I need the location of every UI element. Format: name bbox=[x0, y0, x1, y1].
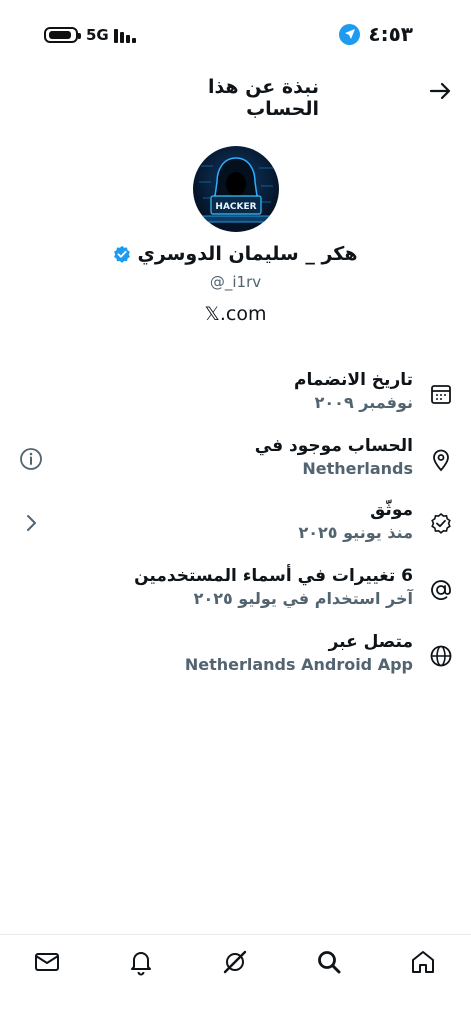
info-value: نوفمبر ٢٠٠٩ bbox=[314, 393, 413, 412]
globe-icon bbox=[430, 645, 452, 667]
chevron-icon[interactable] bbox=[18, 510, 44, 536]
page-title: نبذة عن هذا الحساب bbox=[207, 76, 319, 120]
info-label: 6 تغييرات في أسماء المستخدمين bbox=[134, 566, 413, 586]
battery-icon bbox=[44, 27, 81, 43]
info-row-verified[interactable]: موثّق منذ يونيو ٢٠٢٥ bbox=[0, 498, 471, 558]
avatar-text: HACKER bbox=[215, 202, 256, 212]
info-row-usernames: 6 تغييرات في أسماء المستخدمين آخر استخدا… bbox=[0, 564, 471, 624]
signal-icon bbox=[114, 27, 138, 43]
info-label: موثّق bbox=[370, 500, 413, 520]
location-pin-icon bbox=[433, 449, 449, 472]
info-row-connected: متصل عبر Netherlands Android App bbox=[0, 630, 471, 690]
search-icon[interactable] bbox=[314, 947, 344, 977]
network-type: 5G bbox=[86, 26, 109, 44]
verified-badge-icon bbox=[114, 245, 131, 263]
display-name: هكر _ سليمان الدوسري bbox=[137, 243, 358, 265]
info-value: آخر استخدام في يوليو ٢٠٢٥ bbox=[193, 589, 413, 608]
location-arrow-icon bbox=[339, 23, 361, 45]
bottom-nav bbox=[0, 934, 471, 1025]
username: @_i1rv bbox=[209, 273, 262, 291]
info-label: الحساب موجود في bbox=[254, 436, 413, 456]
calendar-icon bbox=[431, 385, 451, 404]
verified-badge-icon bbox=[431, 512, 451, 534]
info-label: متصل عبر bbox=[328, 632, 413, 652]
info-icon[interactable] bbox=[18, 446, 44, 472]
avatar[interactable]: HACKER bbox=[193, 146, 279, 232]
info-row-location: الحساب موجود في Netherlands bbox=[0, 434, 471, 494]
info-value: منذ يونيو ٢٠٢٥ bbox=[298, 523, 414, 542]
info-label: تاريخ الانضمام bbox=[294, 370, 413, 390]
home-icon[interactable] bbox=[408, 947, 438, 977]
info-row-joined: تاريخ الانضمام نوفمبر ٢٠٠٩ bbox=[0, 368, 471, 428]
grok-icon[interactable] bbox=[220, 947, 250, 977]
back-arrow-icon[interactable] bbox=[427, 78, 453, 104]
site-label: 𝕏.com bbox=[204, 303, 267, 325]
clock: ٤:٥٣ bbox=[368, 22, 413, 46]
notifications-icon[interactable] bbox=[126, 947, 156, 977]
status-bar: 5G ٤:٥٣ bbox=[0, 0, 471, 70]
info-value: Netherlands bbox=[302, 459, 413, 478]
at-sign-icon bbox=[431, 580, 451, 600]
info-value: Netherlands Android App bbox=[184, 655, 413, 674]
messages-icon[interactable] bbox=[32, 947, 62, 977]
page-header: نبذة عن هذا الحساب bbox=[0, 70, 471, 120]
